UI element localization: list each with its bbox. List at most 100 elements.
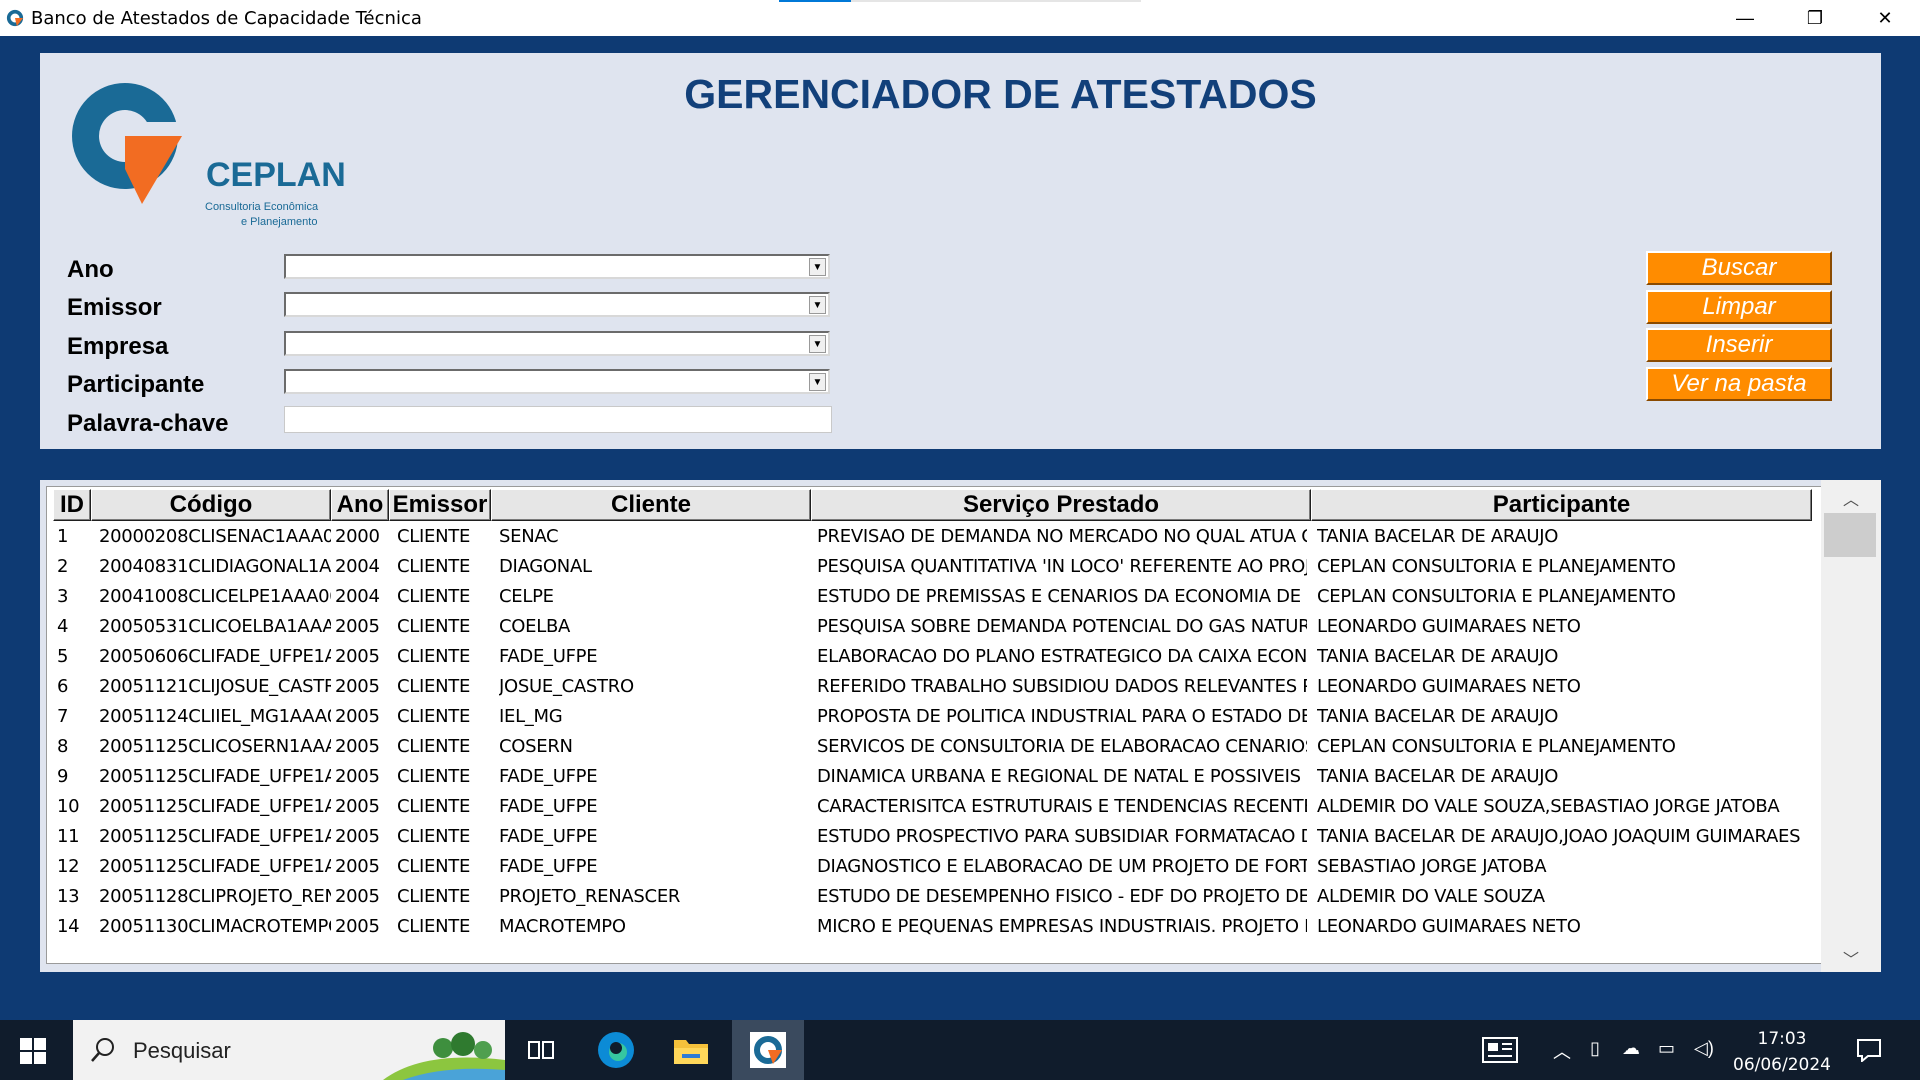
cell-id: 11 xyxy=(57,826,80,847)
restore-button[interactable]: ❐ xyxy=(1780,0,1850,36)
close-button[interactable]: ✕ xyxy=(1850,0,1920,36)
cell-participante: CEPLAN CONSULTORIA E PLANEJAMENTO xyxy=(1317,556,1676,577)
meet-icon[interactable]: ▯ xyxy=(1590,1038,1600,1059)
cell-servico: ESTUDO PROSPECTIVO PARA SUBSIDIAR FORMAT… xyxy=(817,826,1307,847)
limpar-button[interactable]: Limpar xyxy=(1646,290,1832,324)
task-view-button[interactable] xyxy=(505,1020,577,1080)
table-row[interactable]: 2 20040831CLIDIAGONAL1AAA 2004 CLIENTE DIAGO… xyxy=(47,553,1822,583)
atestados-taskbar-button[interactable] xyxy=(732,1020,804,1080)
restore-icon: ❐ xyxy=(1806,7,1824,28)
table-row[interactable]: 4 20050531CLICOELBA1AAA00 2005 CLIENTE COELB… xyxy=(47,613,1822,643)
network-icon[interactable]: ▭ xyxy=(1658,1038,1675,1059)
logo-name: CEPLAN xyxy=(206,156,346,194)
notifications-icon[interactable] xyxy=(1856,1038,1882,1062)
cell-emissor: CLIENTE xyxy=(397,646,471,667)
cell-ano: 2005 xyxy=(335,736,380,757)
cell-emissor: CLIENTE xyxy=(397,616,471,637)
window-title: Banco de Atestados de Capacidade Técnica xyxy=(31,8,422,29)
table-row[interactable]: 8 20051125CLICOSERN1AAA002005 CLIENTE COSER… xyxy=(47,733,1822,763)
close-icon: ✕ xyxy=(1877,7,1893,28)
window-titlebar: Banco de Atestados de Capacidade Técnica… xyxy=(0,0,1920,36)
cell-codigo: 20051125CLIFADE_UFPE1AAA xyxy=(99,856,331,877)
cell-emissor: CLIENTE xyxy=(397,526,471,547)
page-title: GERENCIADOR DE ATESTADOS xyxy=(684,71,1317,117)
ano-label: Ano xyxy=(67,256,114,283)
column-header-cliente[interactable]: Cliente xyxy=(491,489,811,521)
scroll-thumb[interactable] xyxy=(1824,513,1876,557)
vertical-scrollbar[interactable]: ︿ ﹀ xyxy=(1821,480,1881,972)
cell-id: 10 xyxy=(57,796,80,817)
volume-icon[interactable]: ◁) xyxy=(1694,1038,1714,1059)
column-header-id[interactable]: ID xyxy=(53,489,91,521)
scroll-down-icon[interactable]: ﹀ xyxy=(1821,946,1881,970)
palavra-chave-label: Palavra-chave xyxy=(67,410,229,437)
cell-codigo: 20041008CLICELPE1AAA0003 xyxy=(99,586,331,607)
chevron-up-icon[interactable]: ︿ xyxy=(1553,1038,1571,1064)
table-row[interactable]: 3 20041008CLICELPE1AAA00032004 CLIENTE CELP… xyxy=(47,583,1822,613)
cell-ano: 2005 xyxy=(335,916,380,937)
cell-participante: CEPLAN CONSULTORIA E PLANEJAMENTO xyxy=(1317,586,1676,607)
column-header-participante[interactable]: Participante xyxy=(1311,489,1812,521)
table-row[interactable]: 12 20051125CLIFADE_UFPE1AAA2005 CLIENTE FAD… xyxy=(47,853,1822,883)
table-row[interactable]: 6 20051121CLIJOSUE_CASTRO12005 CLIENTE JOSU… xyxy=(47,673,1822,703)
results-list[interactable]: ID Código Ano Emissor Cliente Serviço Pr… xyxy=(46,486,1823,964)
table-row[interactable]: 7 20051124CLIIEL_MG1AAA0002005 CLIENTE IEL_… xyxy=(47,703,1822,733)
palavra-chave-input[interactable] xyxy=(284,406,832,433)
participante-label: Participante xyxy=(67,371,205,398)
chevron-down-icon[interactable]: ▼ xyxy=(809,258,826,276)
table-row[interactable]: 1 20000208CLISENAC1AAA000 2000 CLIENTE SENAC… xyxy=(47,523,1822,553)
column-header-servico[interactable]: Serviço Prestado xyxy=(811,489,1311,521)
cell-ano: 2005 xyxy=(335,706,380,727)
cell-participante: LEONARDO GUIMARAES NETO xyxy=(1317,676,1581,697)
cell-participante: ALDEMIR DO VALE SOUZA xyxy=(1317,886,1545,907)
news-widget-button[interactable] xyxy=(1460,1020,1540,1080)
cell-cliente: JOSUE_CASTRO xyxy=(499,676,634,697)
buscar-button[interactable]: Buscar xyxy=(1646,251,1832,285)
minimize-icon: — xyxy=(1736,7,1754,28)
cell-codigo: 20051125CLIFADE_UFPE1AAA xyxy=(99,796,331,817)
app-icon xyxy=(6,9,24,27)
column-header-ano[interactable]: Ano xyxy=(331,489,389,521)
minimize-button[interactable]: — xyxy=(1710,0,1780,36)
table-row[interactable]: 13 20051128CLIPROJETO_RENAS2005 CLIENTE PRO… xyxy=(47,883,1822,913)
table-row[interactable]: 9 20051125CLIFADE_UFPE1AAA2005 CLIENTE FADE… xyxy=(47,763,1822,793)
cell-emissor: CLIENTE xyxy=(397,706,471,727)
cell-servico: MICRO E PEQUENAS EMPRESAS INDUSTRIAIS. P… xyxy=(817,916,1307,937)
emissor-select[interactable]: ▼ xyxy=(284,292,830,317)
taskbar-clock[interactable]: 17:03 06/06/2024 xyxy=(1724,1026,1840,1078)
cell-id: 2 xyxy=(57,556,69,577)
scroll-up-icon[interactable]: ︿ xyxy=(1821,486,1881,510)
cell-ano: 2000 xyxy=(335,526,380,547)
column-header-codigo[interactable]: Código xyxy=(91,489,331,521)
cell-codigo: 20051125CLIFADE_UFPE1AAA xyxy=(99,766,331,787)
table-row[interactable]: 5 20050606CLIFADE_UFPE1AAA2005 CLIENTE FADE… xyxy=(47,643,1822,673)
inserir-button[interactable]: Inserir xyxy=(1646,328,1832,362)
cell-emissor: CLIENTE xyxy=(397,826,471,847)
cell-id: 1 xyxy=(57,526,69,547)
cell-emissor: CLIENTE xyxy=(397,766,471,787)
onedrive-icon[interactable]: ☁ xyxy=(1622,1038,1640,1059)
windows-start-icon[interactable] xyxy=(20,1038,46,1064)
column-header-emissor[interactable]: Emissor xyxy=(389,489,491,521)
chevron-down-icon[interactable]: ▼ xyxy=(809,296,826,314)
participante-select[interactable]: ▼ xyxy=(284,369,830,394)
task-view-icon xyxy=(528,1041,554,1059)
chevron-down-icon[interactable]: ▼ xyxy=(809,373,826,391)
edge-taskbar-button[interactable] xyxy=(580,1020,652,1080)
cell-cliente: FADE_UFPE xyxy=(499,766,598,787)
table-row[interactable]: 11 20051125CLIFADE_UFPE1AAA2005 CLIENTE FAD… xyxy=(47,823,1822,853)
cell-emissor: CLIENTE xyxy=(397,736,471,757)
table-row[interactable]: 14 20051130CLIMACROTEMPO1 2005 CLIENTE MACRO… xyxy=(47,913,1822,943)
taskbar-search[interactable]: Pesquisar xyxy=(73,1020,505,1080)
ano-select[interactable]: ▼ xyxy=(284,254,830,279)
ver-na-pasta-button[interactable]: Ver na pasta xyxy=(1646,367,1832,401)
file-explorer-taskbar-button[interactable] xyxy=(655,1020,727,1080)
empresa-select[interactable]: ▼ xyxy=(284,331,830,356)
cell-participante: TANIA BACELAR DE ARAUJO xyxy=(1317,646,1559,667)
chevron-down-icon[interactable]: ▼ xyxy=(809,335,826,353)
table-row[interactable]: 10 20051125CLIFADE_UFPE1AAA2005 CLIENTE FAD… xyxy=(47,793,1822,823)
cell-servico: PESQUISA QUANTITATIVA 'IN LOCO' REFERENT… xyxy=(817,556,1307,577)
cell-codigo: 20050531CLICOELBA1AAA00 xyxy=(99,616,331,637)
cell-servico: DINAMICA URBANA E REGIONAL DE NATAL E PO… xyxy=(817,766,1307,787)
cell-ano: 2005 xyxy=(335,796,380,817)
